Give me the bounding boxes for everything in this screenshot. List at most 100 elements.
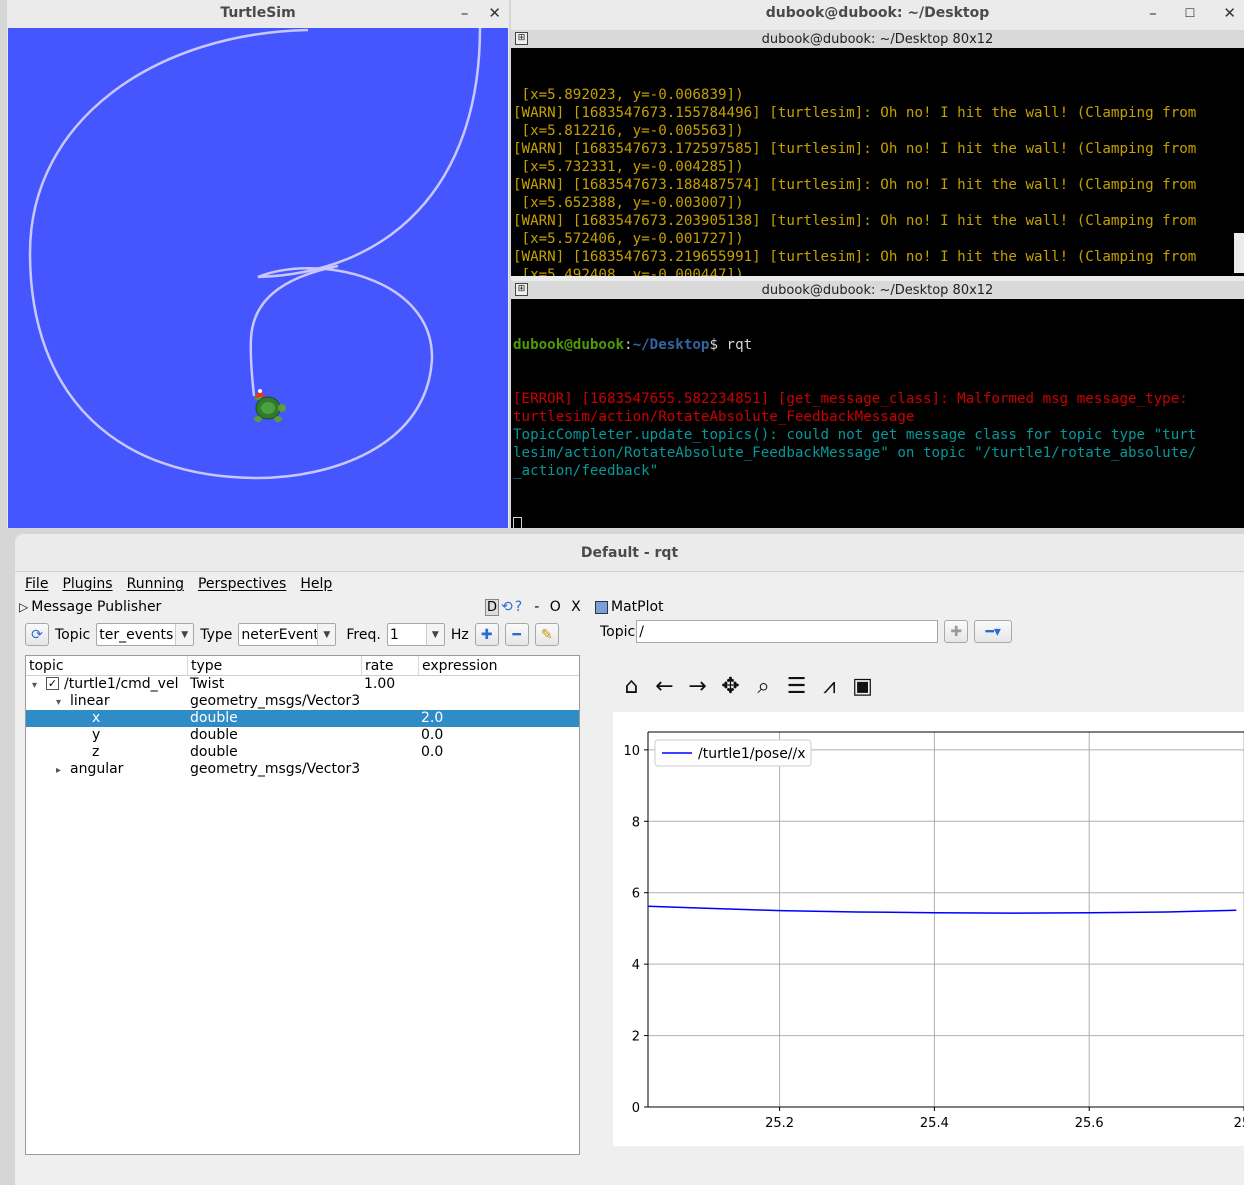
configure-subplots-icon[interactable]: ☰ xyxy=(785,673,808,699)
rqt-window: Default - rqt File Plugins Running Persp… xyxy=(15,534,1244,1185)
terminal-pane1[interactable]: [x=5.892023, y=-0.006839]) [WARN] [168354… xyxy=(511,48,1244,276)
remove-publisher-button[interactable]: ━ xyxy=(504,623,529,646)
terminal-line: turtlesim/action/RotateAbsolute_Feedback… xyxy=(513,409,915,425)
terminal-pane2-titlebar[interactable]: ⊞ dubook@dubook: ~/Desktop 80x12 xyxy=(511,281,1244,299)
row-type: Twist xyxy=(190,676,225,692)
publisher-tree[interactable]: topic type rate expression ▾ ✓/turtle1/cm… xyxy=(25,655,580,1155)
tree-row[interactable]: ▾ ✓ /turtle1/cmd_vel Twist 1.00 xyxy=(26,676,579,693)
terminal-line: TopicCompleter.update_topics(): could no… xyxy=(513,427,1197,443)
tree-row[interactable]: ▾ linear geometry_msgs/Vector3 xyxy=(26,693,579,710)
hz-label: Hz xyxy=(450,626,469,643)
row-expression[interactable]: 0.0 xyxy=(419,727,579,744)
matplot-topic-row: Topic ✚ ━▾ xyxy=(600,620,1013,643)
refresh-topics-button[interactable]: ⟳ xyxy=(25,623,49,646)
help-icon[interactable]: ? xyxy=(515,599,522,615)
menu-perspectives[interactable]: Perspectives xyxy=(198,576,286,592)
col-topic[interactable]: topic xyxy=(26,656,188,675)
terminal-pane1-titlebar[interactable]: ⊞ dubook@dubook: ~/Desktop 80x12 xyxy=(511,30,1244,48)
turtlesim-titlebar[interactable]: TurtleSim – ✕ xyxy=(7,0,509,26)
tree-row[interactable]: x double 2.0 xyxy=(26,710,579,727)
topic-combo[interactable]: ter_events ▼ xyxy=(96,623,195,646)
plugin-window-controls[interactable]: - O X xyxy=(534,599,584,615)
row-type: double xyxy=(190,727,238,743)
terminal-line: [x=5.892023, y=-0.006839]) xyxy=(513,87,744,103)
terminal-line: [WARN] [1683547673.219655991] [turtlesim… xyxy=(513,249,1197,265)
type-combo[interactable]: neterEvent ▼ xyxy=(238,623,337,646)
y-tick-label: 2 xyxy=(632,1030,640,1045)
collapse-arrow-icon[interactable]: ▾ xyxy=(56,694,70,711)
collapse-arrow-icon[interactable]: ▾ xyxy=(32,677,46,694)
legend-label: /turtle1/pose//x xyxy=(698,746,806,762)
row-expression[interactable]: 0.0 xyxy=(419,744,579,761)
row-expression[interactable]: 2.0 xyxy=(419,710,579,727)
tree-row[interactable]: y double 0.0 xyxy=(26,727,579,744)
split-pane-icon[interactable]: ⊞ xyxy=(515,283,528,296)
close-icon[interactable]: ✕ xyxy=(488,4,501,22)
terminal-title: dubook@dubook: ~/Desktop xyxy=(765,5,990,21)
menubar: File Plugins Running Perspectives Help xyxy=(15,572,1244,596)
menu-plugins[interactable]: Plugins xyxy=(62,576,112,592)
split-pane-icon[interactable]: ⊞ xyxy=(515,32,528,45)
tree-row[interactable]: ▸ angular geometry_msgs/Vector3 xyxy=(26,761,579,778)
home-icon[interactable]: ⌂ xyxy=(620,673,643,699)
matplot-header: MatPlot xyxy=(595,598,664,616)
close-icon[interactable]: ✕ xyxy=(1223,4,1236,22)
terminal-line: [x=5.732331, y=-0.004285]) xyxy=(513,159,744,175)
turtlesim-window: TurtleSim – ✕ xyxy=(7,0,509,528)
menu-file[interactable]: File xyxy=(25,576,48,592)
terminal-pane2[interactable]: dubook@dubook:~/Desktop$ rqt [ERROR] [16… xyxy=(511,299,1244,528)
collapse-icon[interactable]: ▷ xyxy=(19,600,28,614)
col-rate[interactable]: rate xyxy=(362,656,419,675)
enable-checkbox[interactable]: ✓ xyxy=(46,677,59,690)
chevron-down-icon: ▼ xyxy=(425,624,444,645)
zoom-icon[interactable]: ⌕ xyxy=(752,673,775,699)
save-icon[interactable]: ▣ xyxy=(851,673,874,699)
freq-combo[interactable]: 1 ▼ xyxy=(386,623,445,646)
freq-label: Freq. xyxy=(346,626,381,643)
dock-d-button[interactable]: D xyxy=(485,598,500,616)
terminal-line: lesim/action/RotateAbsolute_FeedbackMess… xyxy=(513,445,1197,461)
forward-arrow-icon[interactable]: → xyxy=(686,673,709,699)
remove-topic-button[interactable]: ━▾ xyxy=(974,620,1013,643)
turtle-path-svg xyxy=(28,27,482,480)
col-expression[interactable]: expression xyxy=(419,656,579,675)
maximize-icon[interactable]: ☐ xyxy=(1185,6,1196,20)
row-type: geometry_msgs/Vector3 xyxy=(190,761,361,777)
matplot-topic-label: Topic xyxy=(600,623,636,640)
col-type[interactable]: type xyxy=(188,656,362,675)
edit-axis-icon[interactable]: ⩘ xyxy=(818,673,841,699)
pan-icon[interactable]: ✥ xyxy=(719,673,742,699)
x-tick-label: 25.6 xyxy=(1075,1116,1104,1131)
expand-arrow-icon[interactable]: ▸ xyxy=(56,762,70,779)
minimize-icon[interactable]: – xyxy=(1149,4,1157,22)
terminal-line: [x=5.812216, y=-0.005563]) xyxy=(513,123,744,139)
add-topic-button[interactable]: ✚ xyxy=(944,620,969,643)
y-tick-label: 4 xyxy=(632,958,640,973)
minimize-icon[interactable]: – xyxy=(461,4,469,22)
row-type: double xyxy=(190,710,238,726)
add-publisher-button[interactable]: ✚ xyxy=(474,623,499,646)
menu-running[interactable]: Running xyxy=(127,576,184,592)
terminal-line: [WARN] [1683547673.188487574] [turtlesim… xyxy=(513,177,1197,193)
clear-button[interactable]: ✎ xyxy=(534,623,559,646)
terminal-line: [WARN] [1683547673.172597585] [turtlesim… xyxy=(513,141,1197,157)
row-rate: 1.00 xyxy=(364,676,396,692)
matplot-canvas[interactable]: 25.2 25.4 25.6 25. 0 2 4 6 8 10/turtle1/pose//x xyxy=(613,712,1244,1146)
rqt-title: Default - rqt xyxy=(580,544,679,561)
terminal-titlebar[interactable]: dubook@dubook: ~/Desktop – ☐ ✕ xyxy=(511,0,1244,26)
matplot-plugin-icon xyxy=(595,600,608,614)
terminal-scrollbar[interactable] xyxy=(1234,233,1244,273)
terminal-line: [WARN] [1683547673.203905138] [turtlesim… xyxy=(513,213,1197,229)
reload-icon[interactable]: ⟲ xyxy=(501,599,513,615)
chevron-down-icon: ▼ xyxy=(317,624,336,645)
terminal-line: [x=5.492408, y=-0.000447]) xyxy=(513,267,744,276)
matplot-topic-input[interactable] xyxy=(636,620,939,643)
menu-help[interactable]: Help xyxy=(300,576,332,592)
back-arrow-icon[interactable]: ← xyxy=(653,673,676,699)
x-tick-label: 25.4 xyxy=(920,1116,949,1131)
type-label: Type xyxy=(200,626,233,643)
y-tick-label: 8 xyxy=(632,815,640,830)
matplot-title: MatPlot xyxy=(611,599,664,615)
rqt-titlebar[interactable]: Default - rqt xyxy=(15,534,1244,572)
tree-row[interactable]: z double 0.0 xyxy=(26,744,579,761)
